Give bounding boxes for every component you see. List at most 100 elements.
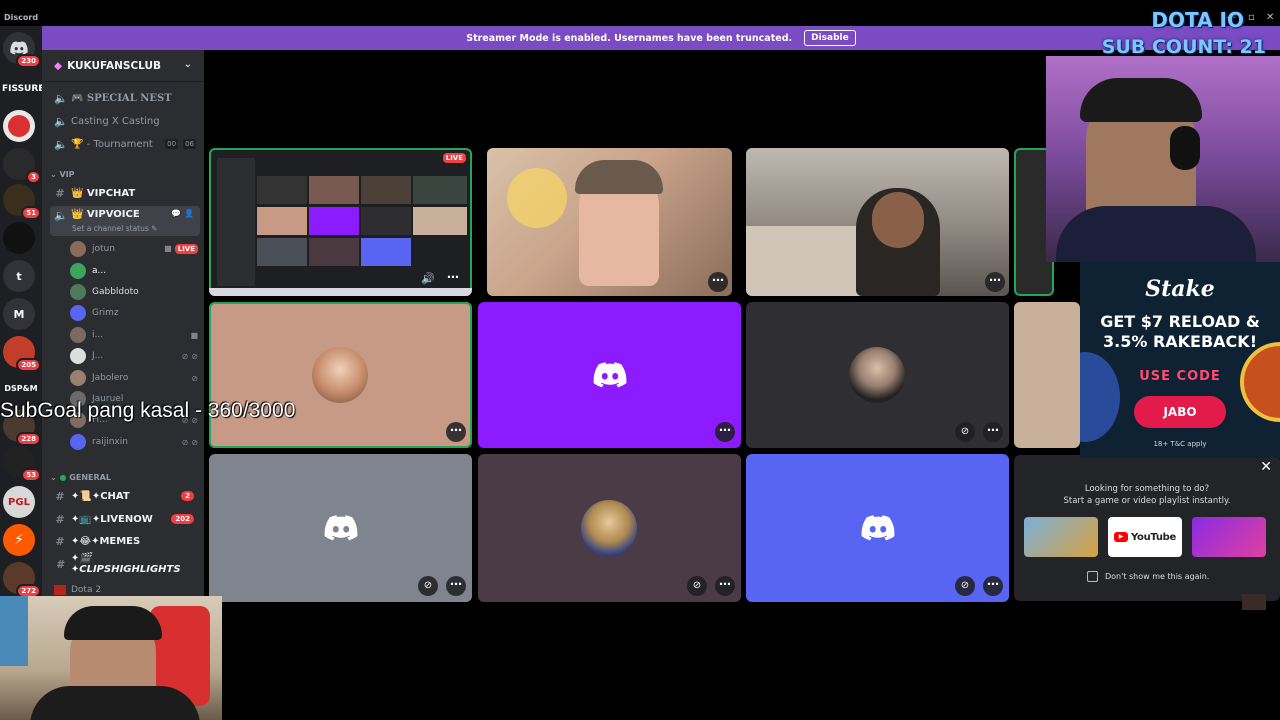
participant-avatar [312, 347, 368, 403]
server-dspm[interactable]: DSP&M [2, 384, 40, 393]
streamer-hair [1080, 78, 1202, 122]
discord-icon [593, 362, 627, 388]
more-options-icon[interactable]: ⋯ [985, 272, 1005, 292]
home-button[interactable]: 230 [3, 32, 41, 68]
voice-user[interactable]: Grimz [70, 303, 198, 323]
avatar-tile[interactable]: ⊘ ⋯ [746, 454, 1009, 602]
voice-user[interactable]: raijinxin ⊘ ⊘ [70, 432, 198, 452]
text-channel-vipchat[interactable]: # 👑 VIPCHAT [50, 183, 200, 203]
close-icon[interactable]: ✕ [1260, 459, 1272, 475]
activity-krunker-strike[interactable] [1024, 517, 1098, 557]
hash-icon: # [55, 534, 65, 548]
avatar [70, 241, 86, 257]
voice-channel-casting[interactable]: 🔈 Casting X Casting [50, 111, 200, 131]
dont-show-checkbox[interactable] [1087, 571, 1098, 582]
avatar [70, 327, 86, 343]
maximize-icon[interactable]: ▫ [1248, 12, 1255, 23]
thumb-cell [257, 238, 307, 266]
ball-graphic [1080, 352, 1120, 442]
camera-icon: ■ [164, 244, 172, 253]
avatar-tile[interactable]: ⋯ [209, 302, 472, 448]
server-badge: 228 [16, 432, 41, 446]
server-pgl[interactable]: PGL [3, 486, 35, 518]
hash-icon: # [55, 186, 65, 200]
avatar-tile-partial[interactable] [1014, 302, 1080, 448]
discord-icon [10, 41, 28, 55]
screenshare-tile[interactable]: LIVE 🔊 ⋯ [209, 148, 472, 296]
server-label: t [16, 269, 22, 283]
server-icon-3[interactable]: 3 [3, 148, 41, 184]
more-options-icon[interactable]: ⋯ [447, 270, 459, 284]
video-tile-camera[interactable]: ⋯ [487, 148, 732, 296]
more-options-icon[interactable]: ⋯ [446, 576, 466, 596]
voice-channel-special-nest[interactable]: 🔈 🎮 SPECIAL NEST [50, 88, 200, 108]
more-options-icon[interactable]: ⋯ [983, 576, 1003, 596]
server-icon-14[interactable]: 272 [3, 562, 41, 598]
avatar-tile[interactable]: ⋯ [478, 302, 741, 448]
more-options-icon[interactable]: ⋯ [446, 422, 466, 442]
server-icon-4[interactable]: 51 [3, 184, 41, 220]
stake-advertisement: Stake GET $7 RELOAD & 3.5% RAKEBACK! USE… [1080, 262, 1280, 458]
server-m[interactable]: M [3, 298, 35, 330]
server-header[interactable]: ◆ KUKUFANSCLUB ⌄ [42, 50, 204, 82]
category-vip[interactable]: ⌄ VIP [50, 170, 75, 179]
category-general[interactable]: ⌄ ● GENERAL [50, 473, 111, 482]
voice-user[interactable]: jotun ■ LIVE [70, 239, 198, 259]
server-t[interactable]: t [3, 260, 35, 292]
voice-user[interactable]: Gabbldoto [70, 282, 198, 302]
voice-user[interactable]: J... ⊘ ⊘ [70, 346, 198, 366]
text-channel-memes[interactable]: # ✦😂✦MEMES [50, 531, 200, 551]
activity-subtext: Start a game or video playlist instantly… [1063, 496, 1231, 506]
deafen-icon: ⊘ [191, 351, 198, 361]
server-name: KUKUFANSCLUB [67, 59, 162, 72]
voice-user[interactable]: i... ■ [70, 325, 198, 345]
channel-status[interactable]: Set a channel status ✎ [72, 224, 157, 233]
voice-user[interactable]: a... [70, 261, 198, 281]
text-channel-livenow[interactable]: # ✦📺✦LIVENOW 202 [50, 509, 200, 529]
text-channel-clipshighlights[interactable]: # ✦🎬✦CLIPSHIGHLIGHTS [50, 553, 200, 575]
volume-icon[interactable]: 🔊 [421, 272, 435, 285]
headline-line: GET $7 RELOAD & [1100, 312, 1260, 331]
more-options-icon[interactable]: ⋯ [715, 422, 735, 442]
avatar-tile[interactable]: ⊘ ⋯ [478, 454, 741, 602]
live-badge: LIVE [442, 153, 466, 163]
activity-youtube[interactable]: ▶ YouTube [1108, 517, 1182, 557]
channel-label: ✦😂✦MEMES [71, 535, 141, 547]
server-icon-2[interactable] [3, 110, 35, 142]
activity-gartic-phone[interactable] [1192, 517, 1266, 557]
username: Gabbldoto [92, 287, 139, 297]
avatar-tile[interactable]: ⊘ ⋯ [746, 302, 1009, 448]
mute-icon: ⊘ [181, 437, 189, 447]
server-badge: 205 [16, 358, 41, 372]
server-icon-8[interactable]: 205 [3, 336, 41, 372]
chat-and-invite-icon[interactable]: 💬 👤 [171, 209, 194, 218]
server-icon-11[interactable]: 53 [3, 446, 41, 482]
username: Jabolero [92, 373, 129, 383]
avatar [70, 284, 86, 300]
avatar-tile[interactable]: ⊘ ⋯ [209, 454, 472, 602]
participant-avatar [581, 500, 637, 556]
more-options-icon[interactable]: ⋯ [715, 576, 735, 596]
text-channel-chat[interactable]: # ✦📜✦CHAT 2 [50, 486, 200, 506]
hash-icon: # [55, 512, 65, 526]
server-icon-5[interactable] [3, 222, 35, 254]
thumb-cell [309, 176, 359, 204]
more-options-icon[interactable]: ⋯ [983, 422, 1003, 442]
more-options-icon[interactable]: ⋯ [708, 272, 728, 292]
avatar [70, 263, 86, 279]
server-fissure[interactable]: FISSURE [2, 84, 44, 94]
voice-user[interactable]: Jabolero ⊘ [70, 368, 198, 388]
server-label: PGL [8, 496, 30, 508]
muted-mic-icon: ⊘ [687, 576, 707, 596]
server-fnatic[interactable]: ⚡ [3, 524, 35, 556]
subgoal-overlay: SubGoal pang kasal - 360/3000 [0, 399, 296, 422]
discord-icon [861, 515, 895, 541]
disable-streamer-mode-button[interactable]: Disable [804, 30, 856, 46]
sub-count: SUB COUNT: 21 [1101, 36, 1266, 58]
video-tile-camera[interactable]: ⋯ [746, 148, 1009, 296]
close-window-icon[interactable]: ✕ [1266, 12, 1274, 23]
voice-channel-tournament[interactable]: 🔈 🏆 - Tournament 00 06 [50, 134, 200, 154]
streamer-webcam-bottom [0, 596, 222, 720]
dota-icon [54, 585, 66, 595]
window-background [0, 596, 28, 666]
